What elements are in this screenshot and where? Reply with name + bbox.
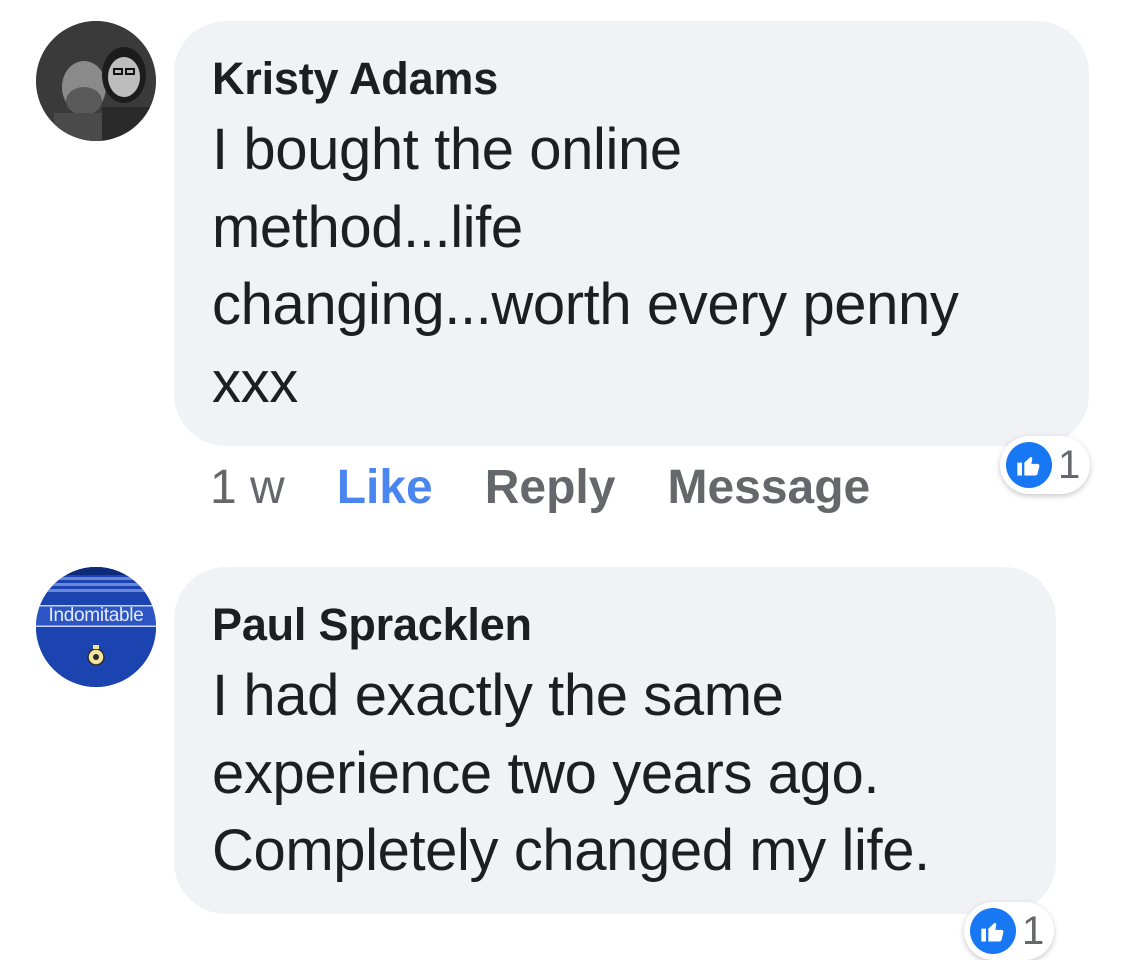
- avatar-label: Indomitable: [48, 605, 144, 626]
- comment-actions: 1 w Like Reply Message: [210, 457, 922, 517]
- avatar[interactable]: [36, 21, 156, 141]
- comment-bubble: Paul Spracklen I had exactly the same ex…: [174, 567, 1056, 914]
- comment-text-line: experience two years ago.: [212, 740, 880, 806]
- comment-text: I bought the online method...life changi…: [212, 111, 1051, 421]
- comment-text-line: I bought the online: [212, 117, 682, 182]
- like-button[interactable]: Like: [337, 460, 433, 515]
- crest-icon: [36, 567, 156, 687]
- comment-bubble: Kristy Adams I bought the online method.…: [174, 21, 1089, 446]
- message-button[interactable]: Message: [667, 460, 870, 515]
- timestamp[interactable]: 1 w: [210, 460, 285, 515]
- comment-text-line: I had exactly the same: [212, 663, 784, 728]
- comment-text-line: changing...worth every penny: [212, 272, 959, 337]
- comment-text: I had exactly the same experience two ye…: [212, 657, 1018, 890]
- reaction-count: 1: [1058, 442, 1081, 487]
- avatar[interactable]: Indomitable: [36, 567, 156, 687]
- reaction-badge[interactable]: 1: [1000, 436, 1091, 494]
- comment-author[interactable]: Paul Spracklen: [212, 597, 1018, 653]
- avatar-photo-icon: [36, 21, 156, 141]
- thumbs-up-icon: [970, 908, 1016, 954]
- comment-text-line: xxx: [212, 349, 298, 415]
- reaction-badge[interactable]: 1: [964, 902, 1055, 960]
- reaction-count: 1: [1022, 908, 1045, 953]
- comment-text-line: method...life: [212, 194, 523, 260]
- comment-text-line: Completely changed my life.: [212, 818, 930, 883]
- thumbs-up-icon: [1006, 442, 1052, 488]
- comment-author[interactable]: Kristy Adams: [212, 51, 1051, 107]
- reply-button[interactable]: Reply: [485, 460, 616, 515]
